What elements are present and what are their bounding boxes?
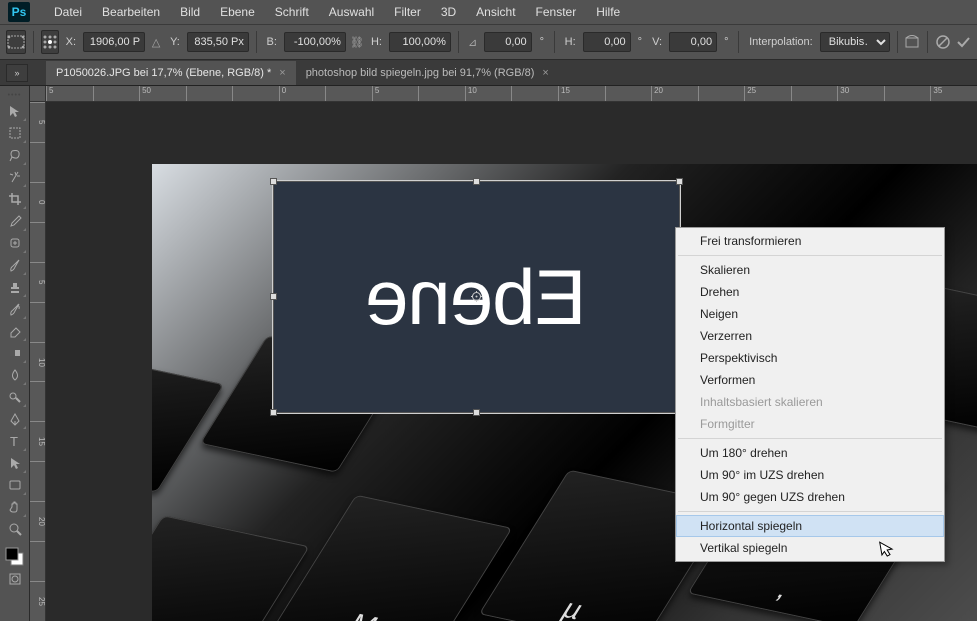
context-menu-item: Formgitter [676,413,944,435]
context-menu-item[interactable]: Verzerren [676,325,944,347]
blur-tool[interactable] [3,364,27,386]
warp-toggle-icon[interactable] [904,31,920,53]
menubar: Ps Datei Bearbeiten Bild Ebene Schrift A… [0,0,977,24]
path-selection-tool[interactable] [3,452,27,474]
document-tab-label: P1050026.JPG bei 17,7% (Ebene, RGB/8) * [56,67,271,79]
menu-3d[interactable]: 3D [431,2,466,22]
gradient-tool[interactable] [3,342,27,364]
opt-w-label: B: [267,36,277,48]
pen-tool[interactable] [3,408,27,430]
context-menu-item[interactable]: Frei transformieren [676,230,944,252]
opt-h-input[interactable] [389,32,451,52]
menu-edit[interactable]: Bearbeiten [92,2,170,22]
menu-filter[interactable]: Filter [384,2,431,22]
cursor-icon [879,539,896,559]
menu-select[interactable]: Auswahl [319,2,384,22]
history-brush-tool[interactable] [3,298,27,320]
context-menu-item[interactable]: Um 90° im UZS drehen [676,464,944,486]
delta-icon[interactable]: △ [149,31,163,53]
toolbox-grip[interactable]: •••• [3,90,27,100]
opt-angle-input[interactable] [484,32,532,52]
document-tab-bar: P1050026.JPG bei 17,7% (Ebene, RGB/8) * … [0,60,977,86]
foreground-background-swatch[interactable] [3,546,27,568]
stamp-tool[interactable] [3,276,27,298]
opt-w-input[interactable] [284,32,346,52]
menu-help[interactable]: Hilfe [586,2,630,22]
context-menu-item[interactable]: Verformen [676,369,944,391]
options-bar: X: △ Y: B: ⛓ H: ⊿ ° H: ° V: ° Interpolat… [0,24,977,60]
document-tab[interactable]: P1050026.JPG bei 17,7% (Ebene, RGB/8) * … [46,61,296,85]
context-menu-item: Inhaltsbasiert skalieren [676,391,944,413]
menu-image[interactable]: Bild [170,2,210,22]
shape-tool[interactable] [3,474,27,496]
dodge-tool[interactable] [3,386,27,408]
transform-tool-icon[interactable] [6,30,26,54]
keycap: M [271,495,512,621]
opt-skewh-input[interactable] [583,32,631,52]
layer-text: Ebene [366,252,587,343]
opt-h-label: H: [371,36,382,48]
vertical-ruler[interactable]: 50510152025 [30,102,46,621]
crop-tool[interactable] [3,188,27,210]
menu-view[interactable]: Ansicht [466,2,525,22]
commit-transform-icon[interactable] [955,31,971,53]
context-menu-item[interactable]: Um 90° gegen UZS drehen [676,486,944,508]
lasso-tool[interactable] [3,144,27,166]
opt-skewv-input[interactable] [669,32,717,52]
reference-point-icon[interactable] [41,30,59,54]
close-icon[interactable]: × [279,67,285,79]
healing-brush-tool[interactable] [3,232,27,254]
magic-wand-tool[interactable] [3,166,27,188]
svg-text:T: T [10,434,18,448]
eyedropper-tool[interactable] [3,210,27,232]
app-logo: Ps [8,2,30,22]
marquee-tool[interactable] [3,122,27,144]
opt-interp-label: Interpolation: [749,36,813,48]
opt-y-input[interactable] [187,32,249,52]
opt-y-label: Y: [170,36,180,48]
close-icon[interactable]: × [542,67,548,79]
cancel-transform-icon[interactable] [935,31,951,53]
opt-interp-select[interactable]: Bikubis… [820,32,890,52]
menu-layer[interactable]: Ebene [210,2,265,22]
ruler-origin[interactable] [30,86,46,102]
context-menu-separator [678,511,942,512]
context-menu-item[interactable]: Drehen [676,281,944,303]
link-icon[interactable]: ⛓ [350,31,364,53]
context-menu-item[interactable]: Um 180° drehen [676,442,944,464]
horizontal-ruler[interactable]: 55005101520253035 [46,86,977,102]
context-menu-item[interactable]: Perspektivisch [676,347,944,369]
menu-file[interactable]: Datei [44,2,92,22]
type-tool[interactable]: T [3,430,27,452]
toolbox: •••• T [0,86,30,621]
eraser-tool[interactable] [3,320,27,342]
document-tab-label: photoshop bild spiegeln.jpg bei 91,7% (R… [306,67,535,79]
menu-type[interactable]: Schrift [265,2,319,22]
tab-overflow-button[interactable]: » [6,64,28,82]
context-menu-item[interactable]: Vertikal spiegeln [676,537,944,559]
brush-tool[interactable] [3,254,27,276]
context-menu-item[interactable]: Skalieren [676,259,944,281]
move-tool[interactable] [3,100,27,122]
menu-window[interactable]: Fenster [526,2,587,22]
context-menu-item[interactable]: Horizontal spiegeln [676,515,944,537]
context-menu-separator [678,438,942,439]
transform-context-menu: Frei transformieren SkalierenDrehenNeigen… [675,227,945,562]
opt-x-label: X: [66,36,76,48]
quick-mask-toggle[interactable] [3,568,27,590]
context-menu-separator [678,255,942,256]
document-tab[interactable]: photoshop bild spiegeln.jpg bei 91,7% (R… [296,61,559,85]
context-menu-item[interactable]: Neigen [676,303,944,325]
hand-tool[interactable] [3,496,27,518]
angle-icon: ⊿ [466,31,480,53]
opt-skewh-label: H: [565,36,576,48]
transformed-layer[interactable]: Ebene [273,181,680,413]
opt-skewv-label: V: [652,36,662,48]
opt-x-input[interactable] [83,32,145,52]
zoom-tool[interactable] [3,518,27,540]
